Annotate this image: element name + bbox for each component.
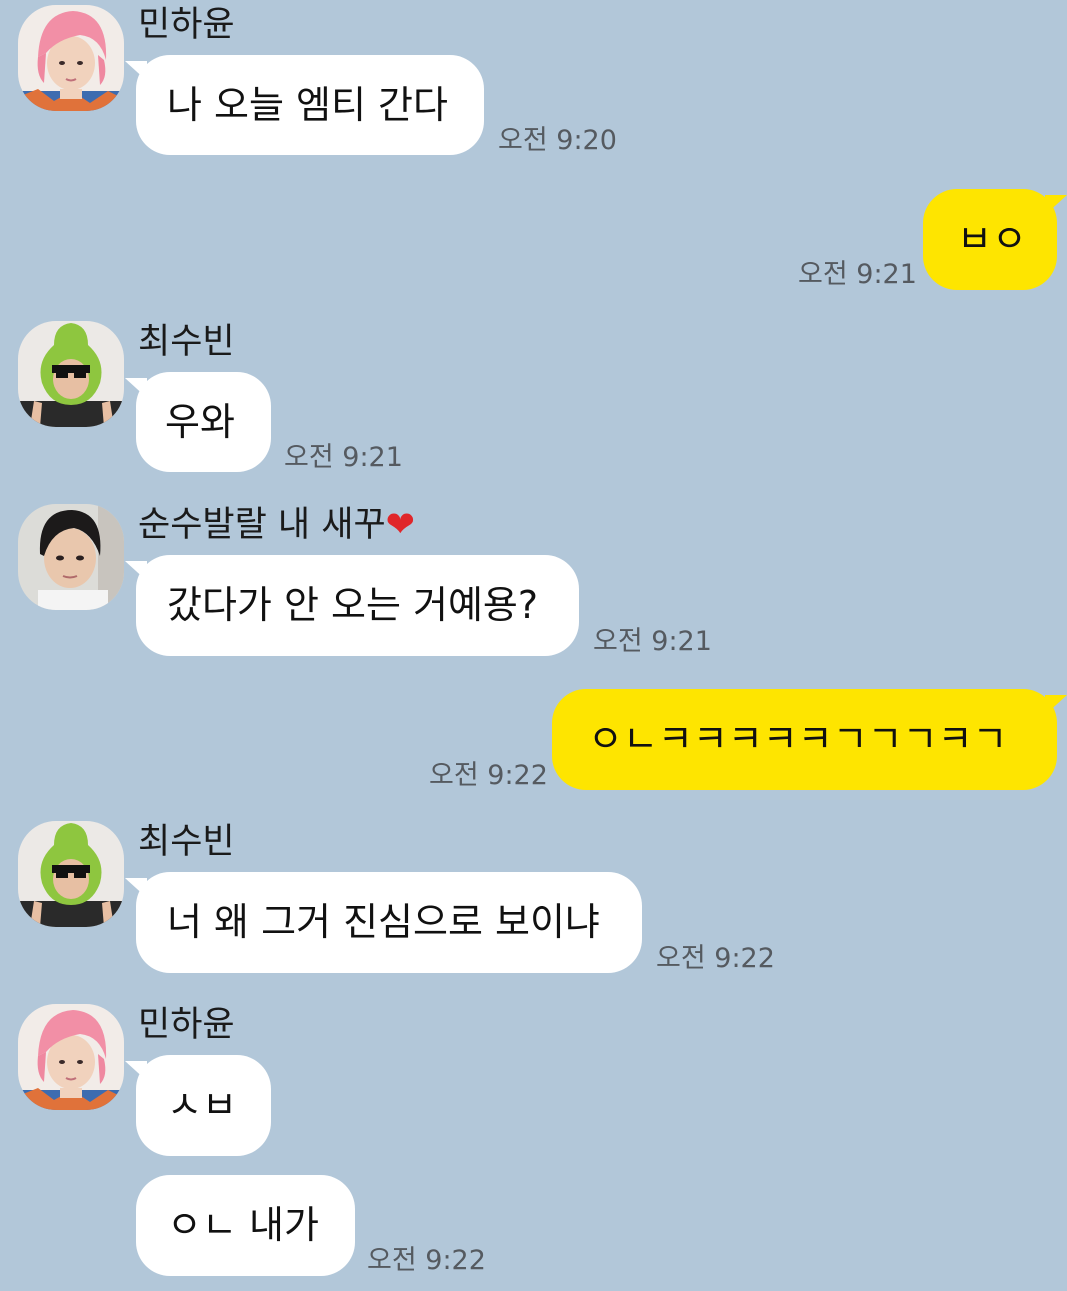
pink-hair-avatar-icon (18, 5, 124, 111)
message-bubble[interactable]: ㅇㄴ 내가 (136, 1175, 355, 1276)
avatar-sunsu[interactable] (18, 504, 124, 610)
message-text: 나 오늘 엠티 간다 (167, 83, 448, 127)
message-time: 오전 9:22 (367, 1245, 486, 1276)
sender-name-text: 순수발랄 내 새꾸 (138, 505, 386, 545)
my-message-bubble[interactable]: ㅂㅇ (923, 189, 1067, 290)
heart-icon: ❤ (385, 505, 415, 545)
message-text: ㅂㅇ (957, 217, 1027, 261)
message-bubble[interactable]: 너 왜 그거 진심으로 보이냐 (125, 872, 642, 973)
my-message-bubble[interactable]: ㅇㄴㅋㅋㅋㅋㅋㄱㄱㄱㅋㄱ (552, 689, 1067, 790)
message-time: 오전 9:22 (429, 760, 548, 791)
message-time: 오전 9:21 (798, 259, 917, 290)
message-text: ㅇㄴ 내가 (167, 1203, 319, 1247)
avocado-costume-avatar-icon (18, 821, 124, 927)
message-bubble[interactable]: 갔다가 안 오는 거예용? (125, 555, 579, 656)
message-text: ㅇㄴㅋㅋㅋㅋㅋㄱㄱㄱㅋㄱ (588, 717, 1008, 761)
avatar-minhayun[interactable] (18, 5, 124, 111)
message-text: 너 왜 그거 진심으로 보이냐 (167, 900, 600, 944)
sender-name: 민하윤 (138, 5, 235, 45)
message-text: 우와 (165, 400, 235, 444)
message-time: 오전 9:21 (284, 442, 403, 473)
sender-name: 최수빈 (138, 822, 235, 862)
pink-hair-avatar-icon (18, 1004, 124, 1110)
message-bubble[interactable]: 나 오늘 엠티 간다 (125, 55, 484, 155)
avatar-minhayun[interactable] (18, 1004, 124, 1110)
avocado-costume-avatar-icon (18, 321, 124, 427)
message-time: 오전 9:20 (498, 125, 617, 156)
message-bubble[interactable]: ㅅㅂ (125, 1055, 271, 1156)
message-time: 오전 9:21 (593, 626, 712, 657)
dark-hair-avatar-icon (18, 504, 124, 610)
message-text: 갔다가 안 오는 거예용? (167, 583, 539, 627)
avatar-choisubin[interactable] (18, 321, 124, 427)
avatar-choisubin[interactable] (18, 821, 124, 927)
sender-name: 순수발랄 내 새꾸❤ (138, 505, 415, 545)
message-bubble[interactable]: 우와 (125, 372, 271, 472)
sender-name: 민하윤 (138, 1005, 235, 1045)
message-text: ㅅㅂ (167, 1083, 237, 1127)
sender-name: 최수빈 (138, 322, 235, 362)
message-time: 오전 9:22 (656, 943, 775, 974)
